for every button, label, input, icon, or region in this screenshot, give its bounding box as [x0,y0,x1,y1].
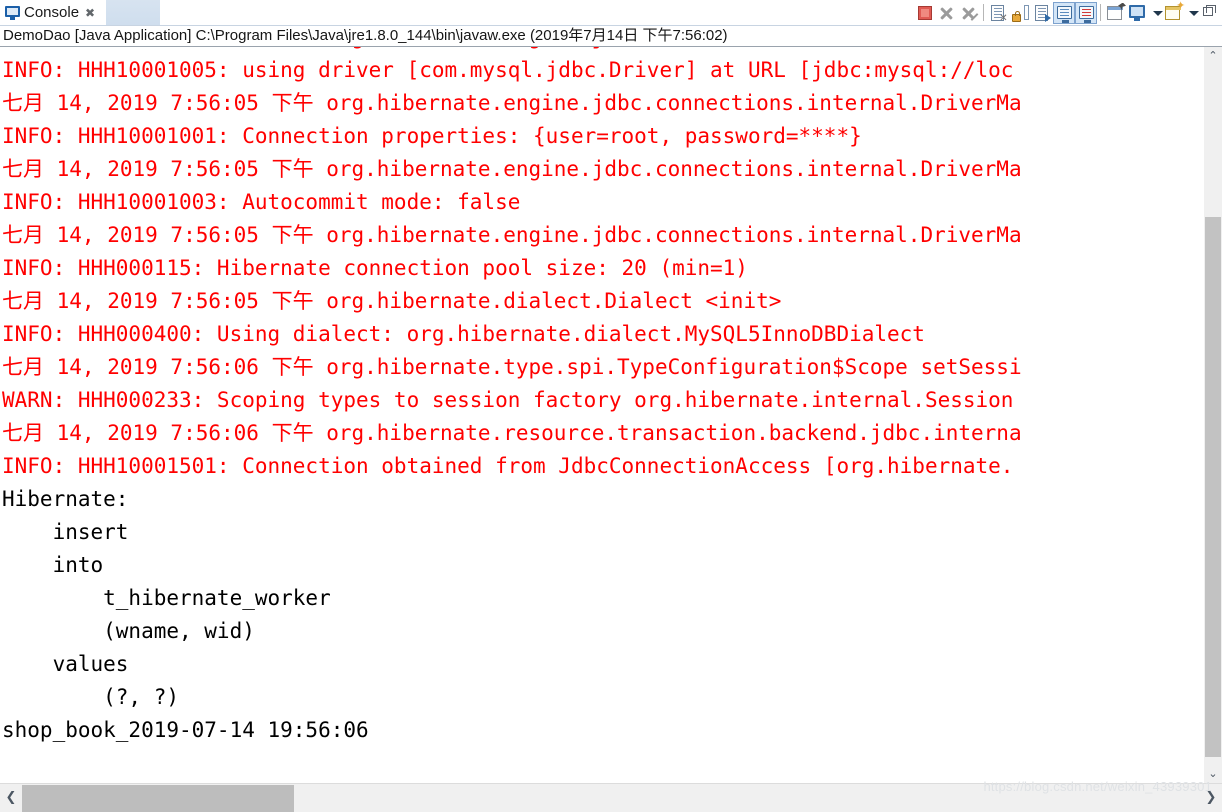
toolbar-separator [983,4,984,21]
watermark-text: https://blog.csdn.net/weixin_43939301 [983,779,1212,794]
console-line: 七月 14, 2019 7:56:06 下午 org.hibernate.res… [2,421,1022,445]
console-line: 七月 14, 2019 7:56:06 下午 org.hibernate.typ… [2,355,1022,379]
tab-console[interactable]: Console ✖ [0,0,101,25]
console-line: 七月 14, 2019 7:56:05 下午 org.hibernate.dia… [2,289,782,313]
view-menu-button[interactable] [1198,2,1220,24]
console-err-icon [1079,5,1094,23]
display-selected-console-dropdown[interactable] [1148,2,1163,24]
console-line: into [2,553,104,577]
page-icon [1107,5,1123,20]
console-line-list: 七月 14, 2019 7:56:05 下午 org.hibernate.eng… [2,47,1022,747]
close-icon[interactable]: ✖ [83,7,95,19]
open-console-button[interactable]: ✦ [1162,0,1185,24]
clear-console-button[interactable]: ✕ [987,2,1009,24]
console-line: INFO: HHH10001005: using driver [com.mys… [2,58,1014,82]
console-icon [5,5,20,20]
console-line: 七月 14, 2019 7:56:05 下午 org.hibernate.eng… [2,91,1022,115]
display-selected-console-button[interactable] [1126,2,1148,24]
console-out-icon [1057,5,1072,23]
horizontal-scrollbar-thumb[interactable] [22,785,294,812]
scroll-left-arrow-icon[interactable]: ❮ [0,784,22,812]
console-line: (wname, wid) [2,619,268,643]
tab-console-label: Console [24,3,80,21]
remove-all-terminated-button[interactable] [958,2,980,24]
terminate-all-button[interactable] [936,2,958,24]
console-line: t_hibernate_worker [2,586,331,610]
process-header-label: DemoDao [Java Application] C:\Program Fi… [3,27,728,44]
tab-bar-filler [106,0,160,25]
pin-console-button[interactable] [1104,2,1126,24]
console-line: 七月 14, 2019 7:56:05 下午 org.hibernate.eng… [2,157,1022,181]
show-console-on-error-button[interactable] [1075,1,1097,24]
double-x-cross-icon [961,6,976,21]
console-line: INFO: HHH10001003: Autocommit mode: fals… [2,190,521,214]
console-line: INFO: HHH10001001: Connection properties… [2,124,862,148]
terminate-button[interactable] [914,2,936,24]
monitor-icon [1129,4,1145,21]
vertical-scrollbar[interactable]: ⌃ ⌄ [1204,47,1222,783]
console-line: INFO: HHH000115: Hibernate connection po… [2,256,748,280]
restore-window-icon [1203,4,1216,16]
console-line: 七月 14, 2019 7:56:05 下午 org.hibernate.eng… [2,223,1022,247]
word-wrap-button[interactable] [1031,2,1053,24]
console-line: values [2,652,129,676]
wrap-arrow-icon [1045,13,1051,22]
console-line: INFO: HHH000400: Using dialect: org.hibe… [2,322,925,346]
scroll-lock-button[interactable] [1009,2,1031,24]
console-line: insert [2,520,142,544]
console-line: INFO: HHH10001501: Connection obtained f… [2,454,1014,478]
console-line: shop_book_2019-07-14 19:56:06 [2,718,369,742]
console-output-area[interactable]: 七月 14, 2019 7:56:05 下午 org.hibernate.eng… [0,47,1204,783]
console-line: WARN: HHH000233: Scoping types to sessio… [2,388,1014,412]
open-console-dropdown[interactable] [1184,2,1199,24]
vertical-scrollbar-thumb[interactable] [1205,217,1221,757]
show-console-on-output-button[interactable] [1053,1,1075,24]
process-header-bar: DemoDao [Java Application] C:\Program Fi… [0,26,1222,47]
lock-icon [1012,10,1021,22]
console-toolbar: ✕ ✦ [914,0,1220,24]
console-line: Hibernate: [2,487,142,511]
clear-badge-icon: ✕ [999,12,1008,24]
column-icon [1024,4,1029,20]
console-line: (?, ?) [2,685,180,709]
toolbar-separator-2 [1100,4,1101,21]
eclipse-console-view: Console ✖ ✕ ✦ DemoDao [Java Application]… [0,0,1222,812]
scroll-up-arrow-icon[interactable]: ⌃ [1204,47,1222,65]
stop-square-icon [918,5,932,20]
x-cross-icon [939,6,954,21]
console-line: 七月 14, 2019 7:56:05 下午 org.hibernate.eng… [2,47,1022,54]
